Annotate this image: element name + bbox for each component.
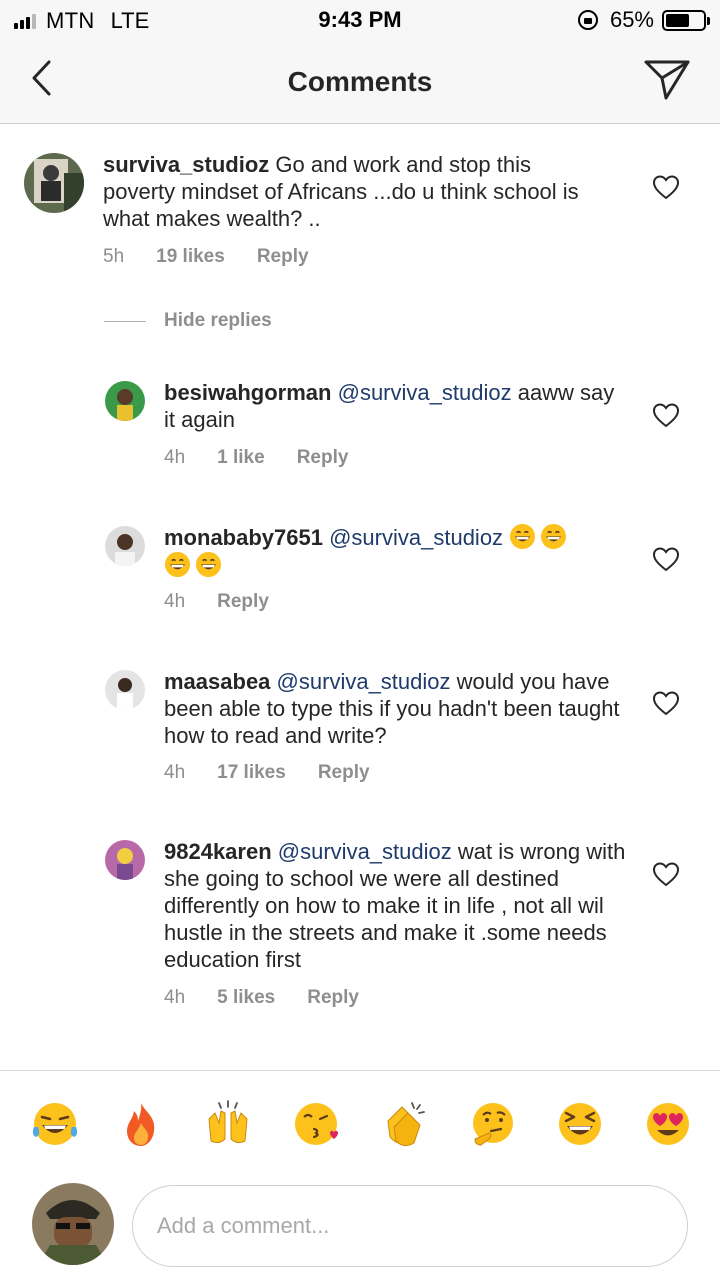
comments-list[interactable]: surviva_studioz Go and work and stop thi… [0,125,720,1070]
comment-composer-bar [0,1070,720,1280]
comment-text: maasabea @surviva_studioz would you have… [164,668,624,749]
comment-text: surviva_studioz Go and work and stop thi… [103,151,583,232]
grinning-face-emoji [164,551,191,578]
divider [104,320,146,322]
reply-button[interactable]: Reply [318,762,370,784]
comment-time: 5h [103,246,125,267]
current-user-avatar[interactable] [32,1183,114,1265]
mention-link[interactable]: @surviva_studioz [278,839,452,864]
comment-meta: 4h Reply [164,591,301,613]
navigation-bar: Comments [0,40,720,124]
heart-icon[interactable] [652,402,680,428]
comment-likes[interactable]: 17 likes [217,762,286,784]
tears-of-joy-emoji[interactable] [30,1099,80,1149]
avatar[interactable] [105,381,145,421]
reply-button[interactable]: Reply [307,987,359,1009]
share-button[interactable] [642,54,692,104]
avatar[interactable] [105,840,145,880]
reply-button[interactable]: Reply [257,246,309,268]
quick-emoji-bar [0,1099,720,1153]
hide-replies-toggle[interactable]: Hide replies [104,310,272,332]
avatar[interactable] [105,670,145,710]
comment-likes[interactable]: 19 likes [156,246,225,268]
comment-meta: 4h 1 like Reply [164,447,380,469]
comment-username[interactable]: surviva_studioz [103,152,269,177]
comment-meta: 4h 5 likes Reply [164,987,391,1009]
comment-meta: 4h 17 likes Reply [164,762,402,784]
paper-plane-icon [644,60,690,100]
mention-link[interactable]: @surviva_studioz [277,669,451,694]
comment-username[interactable]: 9824karen [164,839,272,864]
grinning-squinting-face-emoji[interactable] [555,1099,605,1149]
status-bar: MTN LTE 9:43 PM 65% [0,0,720,40]
hide-replies-label: Hide replies [164,310,272,331]
comment-likes[interactable]: 1 like [217,447,265,469]
comment-text: 9824karen @surviva_studioz wat is wrong … [164,838,634,973]
comment-time: 4h [164,447,186,468]
comment-input[interactable] [132,1185,688,1267]
comment-likes[interactable]: 5 likes [217,987,275,1009]
avatar[interactable] [24,153,84,213]
status-right: 65% [577,7,710,33]
comment-username[interactable]: besiwahgorman [164,380,331,405]
reply-button[interactable]: Reply [297,447,349,469]
comment-meta: 5h 19 likes Reply [103,246,341,268]
heart-icon[interactable] [652,546,680,572]
heart-icon[interactable] [652,174,680,200]
raising-hands-emoji[interactable] [203,1099,253,1149]
comment-time: 4h [164,987,186,1008]
mention-link[interactable]: @surviva_studioz [338,380,512,405]
comment-username[interactable]: monababy7651 [164,525,323,550]
comment-time: 4h [164,762,186,783]
comment-time: 4h [164,591,186,612]
battery-icon [662,9,710,31]
grinning-face-emoji [541,523,567,550]
heart-eyes-emoji[interactable] [643,1099,693,1149]
grinning-face-emoji [510,523,536,550]
thinking-face-emoji[interactable] [467,1099,517,1149]
clapping-hands-emoji[interactable] [378,1099,428,1149]
avatar[interactable] [105,526,145,566]
grinning-face-emoji [195,551,222,578]
page-title: Comments [287,66,433,97]
comment-username[interactable]: maasabea [164,669,270,694]
reply-button[interactable]: Reply [217,591,269,613]
battery-percent: 65% [609,7,654,32]
battery-fill [666,13,690,27]
heart-icon[interactable] [652,690,680,716]
face-blowing-kiss-emoji[interactable] [292,1099,342,1149]
orientation-lock-icon [577,10,598,30]
fire-emoji[interactable] [116,1099,166,1149]
mention-link[interactable]: @surviva_studioz [329,525,503,550]
comment-text: besiwahgorman @surviva_studioz aaww say … [164,379,624,433]
heart-icon[interactable] [652,861,680,887]
comment-text: monababy7651 @surviva_studioz [164,523,614,579]
